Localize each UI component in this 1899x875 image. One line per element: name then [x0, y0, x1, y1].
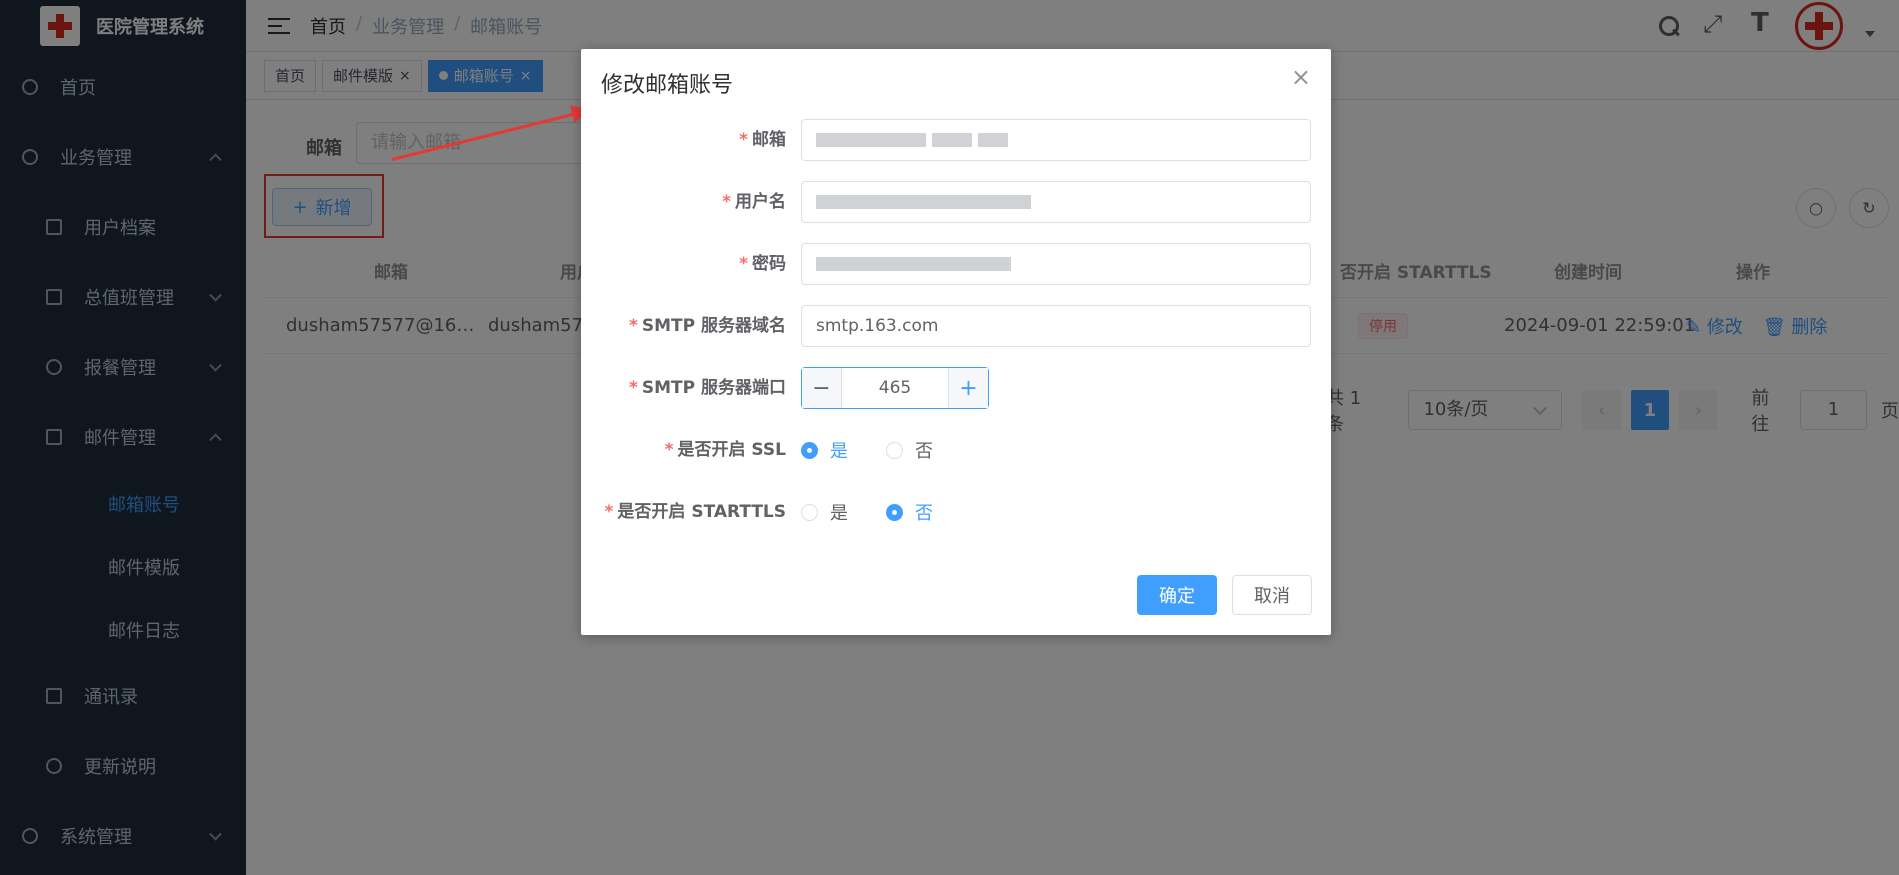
smtp-port-label: * SMTP 服务器端口 [628, 378, 786, 398]
redacted-text [816, 133, 926, 147]
radio-label: 否 [915, 441, 933, 462]
ssl-label: * 是否开启 SSL [664, 440, 786, 460]
minus-icon[interactable]: − [802, 368, 842, 408]
smtp-host-field[interactable]: smtp.163.com [801, 305, 1311, 347]
email-field-label: * 邮箱 [739, 130, 786, 150]
password-field-label: * 密码 [739, 254, 786, 274]
form-row-ssl: * 是否开启 SSL 是 否 [581, 429, 1331, 471]
close-icon[interactable]: × [1291, 63, 1311, 91]
email-field[interactable] [801, 119, 1311, 161]
smtp-port-label-text: SMTP 服务器端口 [641, 378, 786, 398]
smtp-host-label-text: SMTP 服务器域名 [641, 316, 786, 336]
plus-icon[interactable]: + [948, 368, 988, 408]
username-field-label-text: 用户名 [735, 192, 786, 212]
form-row-password: * 密码 [581, 243, 1331, 285]
radio-unchecked-icon [801, 503, 818, 521]
starttls-radio-yes[interactable]: 是 [801, 491, 848, 533]
form-row-email: * 邮箱 [581, 119, 1331, 161]
starttls-label: * 是否开启 STARTTLS [604, 502, 786, 522]
starttls-radio-no[interactable]: 否 [886, 491, 933, 533]
username-field-label: * 用户名 [722, 192, 786, 212]
radio-label: 否 [915, 503, 933, 524]
smtp-port-value[interactable]: 465 [842, 368, 948, 408]
form-row-starttls: * 是否开启 STARTTLS 是 否 [581, 491, 1331, 533]
form-row-smtp-host: * SMTP 服务器域名 smtp.163.com [581, 305, 1331, 347]
ssl-label-text: 是否开启 SSL [677, 440, 786, 460]
ssl-radio-yes[interactable]: 是 [801, 429, 848, 471]
radio-unchecked-icon [886, 441, 903, 459]
password-field-label-text: 密码 [752, 254, 786, 274]
radio-label: 是 [830, 441, 848, 462]
radio-label: 是 [830, 503, 848, 524]
username-field[interactable] [801, 181, 1311, 223]
redacted-text [816, 195, 1031, 209]
redacted-text [932, 133, 972, 147]
redacted-text [978, 133, 1008, 147]
email-field-label-text: 邮箱 [752, 130, 786, 150]
edit-mail-account-dialog: 修改邮箱账号 × * 邮箱 * 用户名 * 密码 * SMTP 服务器域名 smtp.1… [581, 49, 1331, 635]
smtp-port-stepper: − 465 + [801, 367, 989, 409]
radio-checked-icon [886, 503, 903, 521]
form-row-username: * 用户名 [581, 181, 1331, 223]
starttls-label-text: 是否开启 STARTTLS [617, 502, 786, 522]
smtp-host-label: * SMTP 服务器域名 [628, 316, 786, 336]
cancel-button[interactable]: 取消 [1232, 575, 1312, 615]
dialog-title: 修改邮箱账号 [601, 73, 734, 98]
redacted-text [816, 257, 1011, 271]
form-row-smtp-port: * SMTP 服务器端口 − 465 + [581, 367, 1331, 409]
password-field[interactable] [801, 243, 1311, 285]
confirm-button[interactable]: 确定 [1137, 575, 1217, 615]
ssl-radio-no[interactable]: 否 [886, 429, 933, 471]
radio-checked-icon [801, 441, 818, 459]
